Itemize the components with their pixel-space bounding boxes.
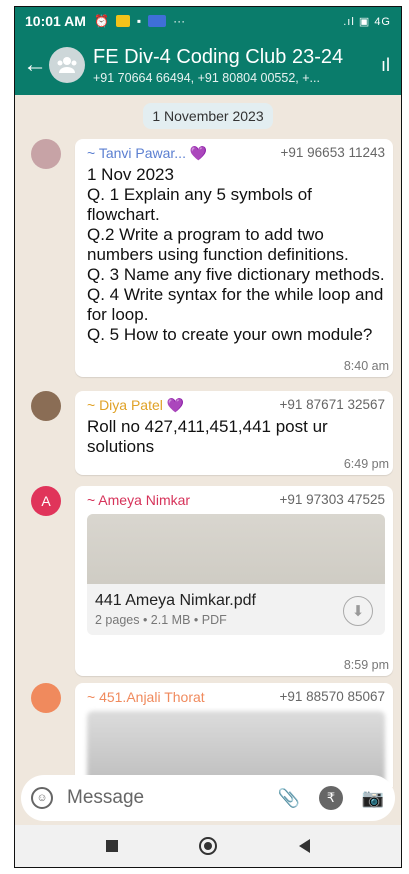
system-nav-bar — [15, 825, 401, 867]
sender-name[interactable]: ~ Ameya Nimkar — [87, 492, 190, 508]
message-time: 8:59 pm — [343, 658, 389, 672]
message-line: Q. 3 Name any five dictionary methods. — [87, 265, 385, 284]
chat-header: ← FE Div-4 Coding Club 23-24 +91 70664 6… — [15, 35, 401, 95]
message-bubble[interactable]: ~ Tanvi Pawar... 💜 +91 96653 11243 1 Nov… — [75, 139, 393, 377]
sender-phone: +91 96653 11243 — [280, 145, 385, 160]
recent-apps-icon[interactable] — [105, 840, 118, 852]
message-line: 1 Nov 2023 — [87, 165, 174, 184]
sender-phone: +91 97303 47525 — [279, 492, 385, 507]
status-time: 10:01 AM — [25, 13, 86, 29]
phone-frame: 10:01 AM ⏰ ▪ ··· .ıl ▣ 4G ← FE Div-4 Cod… — [14, 6, 402, 868]
app-icon — [148, 15, 167, 27]
message-line: Q.2 Write a program to add two numbers u… — [87, 225, 349, 264]
group-icon — [57, 57, 77, 73]
pdf-thumbnail — [87, 514, 385, 584]
camera-icon[interactable]: 📷 — [361, 786, 385, 810]
sender-phone: +91 87671 32567 — [279, 397, 385, 412]
avatar[interactable]: A — [31, 486, 61, 516]
date-chip: 1 November 2023 — [143, 103, 273, 129]
attach-icon[interactable]: 📎 — [277, 786, 301, 810]
call-icon[interactable]: ıl — [381, 55, 395, 76]
chat-area[interactable]: 1 November 2023 ~ Tanvi Pawar... 💜 +91 9… — [15, 95, 401, 787]
avatar[interactable] — [31, 139, 61, 169]
chat-participants: +91 70664 66494, +91 80804 00552, +... — [93, 70, 320, 85]
sender-name[interactable]: ~ 451.Anjali Thorat — [87, 689, 205, 705]
message-time: 8:40 am — [343, 359, 389, 373]
more-notifications-dots: ··· — [173, 14, 186, 28]
pdf-attachment[interactable]: 441 Ameya Nimkar.pdf 2 pages • 2.1 MB • … — [87, 514, 385, 635]
rupee-icon[interactable]: ₹ — [319, 786, 343, 810]
file-name: 441 Ameya Nimkar.pdf — [95, 592, 256, 609]
message-bubble[interactable]: ~ 451.Anjali Thorat +91 88570 85067 — [75, 683, 393, 787]
message-text: Roll no 427,411,451,441 post ur solution… — [87, 417, 328, 456]
message-line: Q. 1 Explain any 5 symbols of flowchart. — [87, 185, 312, 224]
sender-name[interactable]: ~ Diya Patel 💜 — [87, 397, 184, 414]
alarm-icon: ⏰ — [93, 14, 109, 28]
message-line: Q. 5 How to create your own module? — [87, 325, 373, 344]
emoji-icon[interactable]: ☺ — [31, 787, 53, 809]
message-time: 6:49 pm — [343, 457, 389, 471]
message-bubble[interactable]: ~ Diya Patel 💜 +91 87671 32567 Roll no 4… — [75, 391, 393, 475]
message-input-bar: ☺ Message 📎 ₹ 📷 — [21, 775, 395, 821]
chat-title: FE Div-4 Coding Club 23-24 — [93, 45, 344, 68]
back-nav-icon[interactable] — [299, 839, 311, 853]
sender-name[interactable]: ~ Tanvi Pawar... 💜 — [87, 145, 207, 162]
sender-phone: +91 88570 85067 — [279, 689, 385, 704]
message-input[interactable]: Message — [67, 787, 259, 809]
chat-title-area[interactable]: FE Div-4 Coding Club 23-24 +91 70664 664… — [93, 46, 381, 85]
file-meta: 2 pages • 2.1 MB • PDF — [95, 613, 227, 627]
home-icon[interactable] — [199, 837, 218, 855]
avatar[interactable] — [31, 683, 61, 713]
signal-icon: .ıl ▣ 4G — [343, 15, 391, 28]
status-bar: 10:01 AM ⏰ ▪ ··· .ıl ▣ 4G — [15, 7, 401, 35]
group-avatar[interactable] — [49, 47, 85, 83]
message-icon: ▪ — [136, 14, 142, 28]
network-label: 4G — [374, 15, 391, 28]
back-arrow-icon[interactable]: ← — [23, 51, 49, 79]
message-text: 1 Nov 2023 Q. 1 Explain any 5 symbols of… — [87, 165, 385, 345]
download-icon[interactable]: ⬇ — [343, 596, 373, 626]
message-line: Q. 4 Write syntax for the while loop and… — [87, 285, 384, 324]
message-bubble[interactable]: ~ Ameya Nimkar +91 97303 47525 441 Ameya… — [75, 486, 393, 676]
avatar[interactable] — [31, 391, 61, 421]
notification-icon — [115, 15, 130, 27]
